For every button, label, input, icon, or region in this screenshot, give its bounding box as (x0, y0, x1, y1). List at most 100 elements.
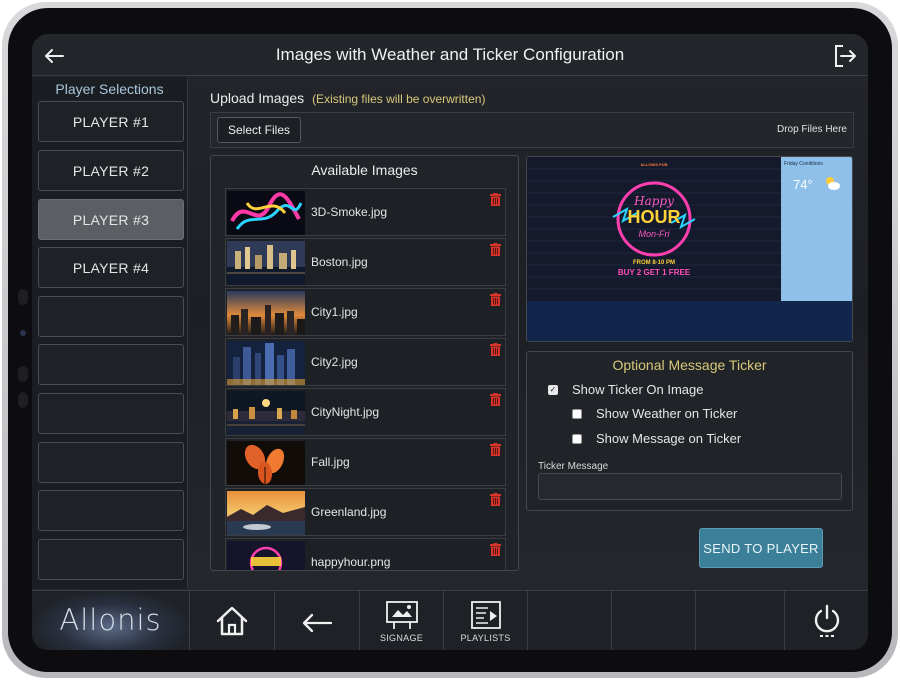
available-images-panel: Available Images 3D-Smoke.jpg Boston.jpg… (210, 155, 519, 571)
available-images-title: Available Images (311, 162, 418, 178)
player-1-button[interactable]: PLAYER #1 (38, 101, 184, 142)
signage-label: SIGNAGE (379, 632, 424, 643)
show-message-label: Show Message on Ticker (596, 431, 742, 446)
playlists-label: PLAYLISTS (460, 632, 511, 643)
image-thumbnail (227, 291, 305, 335)
image-filename: Greenland.jpg (311, 505, 387, 519)
image-thumbnail (227, 241, 305, 285)
delete-trash-icon[interactable] (490, 293, 501, 306)
drop-files-text: Drop Files Here (776, 124, 847, 135)
preview-sign-line1: Happy (634, 194, 674, 208)
show-message-option[interactable]: Show Message on Ticker (572, 431, 741, 446)
delete-trash-icon[interactable] (490, 493, 501, 506)
delete-trash-icon[interactable] (490, 193, 501, 206)
player-sidebar: Player Selections PLAYER #1 PLAYER #2 PL… (32, 77, 188, 589)
image-filename: City1.jpg (311, 305, 358, 319)
nav-home[interactable] (190, 591, 275, 650)
image-list-item[interactable]: City2.jpg (225, 338, 506, 386)
volume-button (18, 392, 28, 408)
empty-player-slot[interactable] (38, 393, 184, 434)
show-ticker-label: Show Ticker On Image (572, 382, 704, 397)
empty-player-slot[interactable] (38, 490, 184, 531)
home-icon (216, 606, 248, 636)
file-dropzone[interactable]: Select Files Drop Files Here (210, 112, 854, 148)
nav-empty-slot (612, 591, 696, 650)
delete-trash-icon[interactable] (490, 393, 501, 406)
send-to-player-button[interactable]: SEND TO PLAYER (699, 528, 823, 568)
preview-weather-title: Friday Conditions (784, 161, 823, 167)
nav-back[interactable] (275, 591, 360, 650)
preview-sign-line2: HOUR (627, 207, 681, 227)
delete-trash-icon[interactable] (490, 543, 501, 556)
image-list-item[interactable]: 3D-Smoke.jpg (225, 188, 506, 236)
show-message-checkbox[interactable] (572, 433, 582, 444)
upload-label: Upload Images (210, 90, 305, 106)
logout-icon[interactable] (832, 43, 858, 69)
preview-temperature: 74° (793, 177, 813, 192)
image-thumbnail (227, 491, 305, 535)
show-weather-checkbox[interactable] (572, 408, 582, 419)
show-weather-label: Show Weather on Ticker (596, 406, 738, 421)
logo-text: Allonis (59, 603, 162, 637)
image-list-item[interactable]: Greenland.jpg (225, 488, 506, 536)
image-thumbnail (227, 441, 305, 485)
ticker-panel-title: Optional Message Ticker (612, 357, 767, 373)
app-screen: Images with Weather and Ticker Configura… (32, 34, 868, 650)
signage-icon (385, 600, 418, 629)
camera-dot (20, 330, 26, 336)
empty-player-slot[interactable] (38, 539, 184, 580)
ticker-message-input[interactable] (538, 473, 842, 500)
image-filename: CityNight.jpg (311, 405, 380, 419)
player-4-button[interactable]: PLAYER #4 (38, 247, 184, 288)
show-weather-option[interactable]: Show Weather on Ticker (572, 406, 737, 421)
select-files-button[interactable]: Select Files (217, 117, 301, 143)
power-icon (814, 604, 839, 637)
ticker-message-label: Ticker Message (538, 461, 609, 472)
partly-cloudy-icon (826, 177, 840, 190)
nav-empty-slot (528, 591, 612, 650)
image-thumbnail (227, 191, 305, 235)
allonis-logo: Allonis (32, 591, 190, 650)
empty-player-slot[interactable] (38, 442, 184, 483)
message-ticker-panel: Optional Message Ticker ✓ Show Ticker On… (526, 351, 853, 511)
top-bar: Images with Weather and Ticker Configura… (32, 34, 868, 76)
volume-button (18, 289, 28, 305)
image-filename: Fall.jpg (311, 455, 350, 469)
image-list-item[interactable]: City1.jpg (225, 288, 506, 336)
image-list-item[interactable]: Fall.jpg (225, 438, 506, 486)
upload-note: (Existing files will be overwritten) (312, 92, 486, 106)
nav-empty-slot (696, 591, 785, 650)
player-3-button[interactable]: PLAYER #3 (38, 199, 184, 240)
playlists-icon (470, 600, 501, 629)
image-filename: Boston.jpg (311, 255, 368, 269)
image-thumbnail (227, 391, 305, 435)
image-list-item[interactable]: happyhour.png (225, 538, 506, 570)
empty-player-slot[interactable] (38, 296, 184, 337)
nav-signage[interactable]: SIGNAGE (360, 591, 444, 650)
preview-sign-line3: Mon-Fri (638, 229, 670, 239)
show-ticker-checkbox[interactable]: ✓ (548, 384, 558, 395)
empty-player-slot[interactable] (38, 344, 184, 385)
player-2-button[interactable]: PLAYER #2 (38, 150, 184, 191)
nav-playlists[interactable]: PLAYLISTS (444, 591, 528, 650)
preview-promo-time: FROM 8-10 PM (632, 260, 675, 266)
show-ticker-on-image-option[interactable]: ✓ Show Ticker On Image (548, 382, 704, 397)
nav-power[interactable] (785, 591, 868, 650)
delete-trash-icon[interactable] (490, 343, 501, 356)
preview-venue: ALLONIS PUB (640, 162, 668, 167)
image-filename: happyhour.png (311, 555, 391, 569)
player-preview: ALLONIS PUB Happy HOUR Mon-Fri FROM 8-10… (526, 156, 853, 342)
preview-promo-deal: BUY 2 GET 1 FREE (617, 268, 691, 277)
upload-heading: Upload Images (Existing files will be ov… (210, 90, 485, 106)
image-thumbnail (227, 341, 305, 385)
volume-button (18, 366, 28, 382)
image-filename: City2.jpg (311, 355, 358, 369)
bottom-nav: Allonis SIGNAGE PLAYLISTS (32, 590, 868, 650)
image-list-item[interactable]: CityNight.jpg (225, 388, 506, 436)
back-icon (302, 613, 333, 633)
image-thumbnail (227, 541, 305, 570)
delete-trash-icon[interactable] (490, 443, 501, 456)
delete-trash-icon[interactable] (490, 243, 501, 256)
page-title: Images with Weather and Ticker Configura… (275, 45, 625, 64)
image-list-item[interactable]: Boston.jpg (225, 238, 506, 286)
